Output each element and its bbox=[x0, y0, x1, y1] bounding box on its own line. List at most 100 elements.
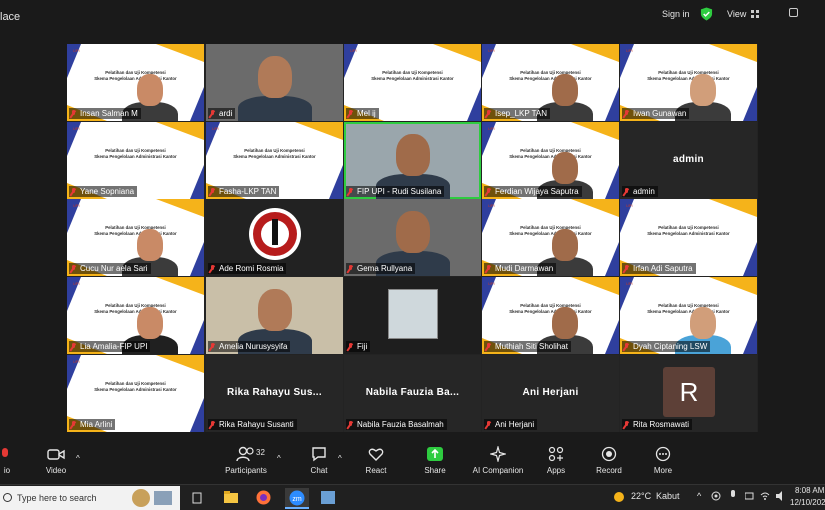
video-tile[interactable]: R Rita Rosmawati bbox=[620, 355, 757, 432]
slide-title-line2: Skema Pengelolaan Administrasi Kantor bbox=[647, 75, 730, 81]
slide-title-line2: Skema Pengelolaan Administrasi Kantor bbox=[509, 230, 592, 236]
participant-display-name: admin bbox=[673, 154, 704, 165]
participant-face bbox=[137, 229, 163, 261]
participant-name: Insan Salman M bbox=[80, 109, 138, 118]
video-tile[interactable]: UPI Pelatihan dan Uji Kompetensi Skema Pen… bbox=[482, 44, 619, 121]
volume-icon[interactable] bbox=[776, 491, 786, 501]
tray-chevron-icon[interactable]: ^ bbox=[697, 491, 701, 501]
participant-name: Amelia Nurusysyifa bbox=[219, 342, 288, 351]
slide-logos: UPI bbox=[73, 281, 80, 286]
muted-mic-icon bbox=[70, 187, 77, 196]
sign-in-button[interactable]: Sign in bbox=[662, 9, 690, 19]
video-tile[interactable]: Fiji bbox=[344, 277, 481, 354]
slide-title: Pelatihan dan Uji Kompetensi Skema Pengel… bbox=[344, 70, 481, 81]
zoom-taskbar-button[interactable]: zm bbox=[285, 488, 309, 509]
react-button[interactable]: React bbox=[362, 446, 390, 475]
participant-avatar: R bbox=[663, 367, 715, 417]
participant-name: Yane Sopniana bbox=[80, 187, 135, 196]
shield-icon[interactable] bbox=[700, 7, 713, 21]
participant-name: ardi bbox=[219, 109, 233, 118]
video-tile[interactable]: ardi bbox=[206, 44, 343, 121]
muted-mic-icon bbox=[623, 187, 630, 196]
participants-label: Participants bbox=[225, 466, 267, 475]
video-tile[interactable]: UPI Pelatihan dan Uji Kompetensi Skema Pen… bbox=[482, 122, 619, 199]
task-view-icon[interactable] bbox=[191, 492, 203, 504]
share-button[interactable]: Share bbox=[420, 446, 450, 475]
taskbar-search-box[interactable]: Type here to search bbox=[0, 486, 180, 510]
clock-date[interactable]: 12/10/202 bbox=[790, 498, 825, 507]
video-tile[interactable]: UPI Pelatihan dan Uji Kompetensi Skema Pen… bbox=[620, 44, 757, 121]
slide-title: Pelatihan dan Uji Kompetensi Skema Pengel… bbox=[67, 225, 204, 236]
video-tile[interactable]: UPI Pelatihan dan Uji Kompetensi Skema Pen… bbox=[344, 44, 481, 121]
firefox-icon[interactable] bbox=[256, 490, 271, 505]
muted-mic-icon bbox=[70, 264, 77, 273]
view-grid-icon[interactable] bbox=[751, 10, 759, 18]
participant-name: Mel ij bbox=[357, 109, 376, 118]
more-button[interactable]: More bbox=[650, 446, 676, 475]
search-icon bbox=[3, 493, 12, 502]
participant-name-label: Mel ij bbox=[346, 108, 379, 119]
clock-time[interactable]: 8:08 AM bbox=[795, 486, 824, 495]
video-tile[interactable]: UPI Pelatihan dan Uji Kompetensi Skema Pen… bbox=[482, 277, 619, 354]
wifi-icon[interactable] bbox=[760, 491, 770, 501]
video-button[interactable]: Video bbox=[42, 446, 70, 475]
video-tile[interactable]: UPI Pelatihan dan Uji Kompetensi Skema Pen… bbox=[620, 277, 757, 354]
svg-text:zm: zm bbox=[292, 496, 302, 503]
file-explorer-icon[interactable] bbox=[224, 491, 238, 504]
video-options-caret[interactable]: ^ bbox=[76, 454, 80, 463]
search-highlight-icon bbox=[132, 489, 150, 507]
view-button[interactable]: View bbox=[727, 9, 746, 19]
muted-mic-icon bbox=[209, 342, 216, 351]
maximize-icon[interactable] bbox=[789, 8, 798, 17]
slide-title: Pelatihan dan Uji Kompetensi Skema Pengel… bbox=[620, 225, 757, 236]
chat-button[interactable]: Chat bbox=[306, 446, 332, 475]
chat-options-caret[interactable]: ^ bbox=[338, 454, 342, 463]
slide-logos: UPI bbox=[212, 126, 219, 131]
audio-button[interactable]: io bbox=[0, 446, 14, 475]
window-titlebar: lace Sign in View bbox=[0, 0, 825, 33]
chat-icon bbox=[312, 447, 326, 462]
record-icon bbox=[601, 446, 617, 462]
video-tile[interactable]: UPI Pelatihan dan Uji Kompetensi Skema Pen… bbox=[67, 355, 204, 432]
video-tile[interactable]: UPI Pelatihan dan Uji Kompetensi Skema Pen… bbox=[620, 199, 757, 276]
participants-options-caret[interactable]: ^ bbox=[277, 454, 281, 463]
video-tile[interactable]: Gema Rullyana bbox=[344, 199, 481, 276]
muted-mic-icon bbox=[70, 420, 77, 429]
video-tile[interactable]: Ade Romi Rosmia bbox=[206, 199, 343, 276]
participant-name-label: ardi bbox=[208, 108, 236, 119]
video-tile[interactable]: Amelia Nurusysyifa bbox=[206, 277, 343, 354]
slide-title-line2: Skema Pengelolaan Administrasi Kantor bbox=[647, 308, 730, 314]
video-tile[interactable]: FIP UPI - Rudi Susilana bbox=[344, 122, 481, 199]
slide-title-line2: Skema Pengelolaan Administrasi Kantor bbox=[94, 386, 177, 392]
video-tile[interactable]: UPI Pelatihan dan Uji Kompetensi Skema Pen… bbox=[206, 122, 343, 199]
video-tile[interactable]: UPI Pelatihan dan Uji Kompetensi Skema Pen… bbox=[67, 44, 204, 121]
ai-companion-button[interactable]: AI Companion bbox=[470, 446, 526, 475]
video-tile[interactable]: UPI Pelatihan dan Uji Kompetensi Skema Pen… bbox=[67, 199, 204, 276]
slide-title: Pelatihan dan Uji Kompetensi Skema Pengel… bbox=[482, 70, 619, 81]
participant-count: 32 bbox=[256, 448, 265, 457]
video-tile[interactable]: admin admin bbox=[620, 122, 757, 199]
weather-fog-icon bbox=[614, 492, 624, 502]
video-tile[interactable]: Ani Herjani Ani Herjani bbox=[482, 355, 619, 432]
participant-name-label: Insan Salman M bbox=[69, 108, 141, 119]
record-button[interactable]: Record bbox=[594, 446, 624, 475]
video-tile[interactable]: UPI Pelatihan dan Uji Kompetensi Skema Pen… bbox=[482, 199, 619, 276]
participant-face bbox=[137, 74, 163, 106]
university-logo-icon bbox=[249, 208, 301, 260]
participant-name-label: Rika Rahayu Susanti bbox=[208, 419, 297, 430]
video-tile[interactable]: Nabila Fauzia Ba... Nabila Fauzia Basalma… bbox=[344, 355, 481, 432]
video-tile[interactable]: Rika Rahayu Sus... Rika Rahayu Susanti bbox=[206, 355, 343, 432]
participant-face bbox=[690, 74, 716, 106]
participant-name: Iwan Gunawan bbox=[633, 109, 687, 118]
participant-name-label: Lia Amalia-FIP UPI bbox=[69, 341, 151, 352]
slide-title-line2: Skema Pengelolaan Administrasi Kantor bbox=[509, 308, 592, 314]
muted-mic-icon bbox=[623, 420, 630, 429]
muted-mic-icon bbox=[485, 420, 492, 429]
participant-face bbox=[552, 152, 578, 184]
meeting-toolbar: io Video ^ Participants 32 ^ Chat ^ Reac… bbox=[0, 440, 825, 484]
app-window-icon[interactable] bbox=[321, 491, 335, 504]
apps-button[interactable]: Apps bbox=[544, 446, 568, 475]
video-tile[interactable]: UPI Pelatihan dan Uji Kompetensi Skema Pen… bbox=[67, 122, 204, 199]
participants-icon bbox=[236, 446, 254, 462]
video-tile[interactable]: UPI Pelatihan dan Uji Kompetensi Skema Pen… bbox=[67, 277, 204, 354]
